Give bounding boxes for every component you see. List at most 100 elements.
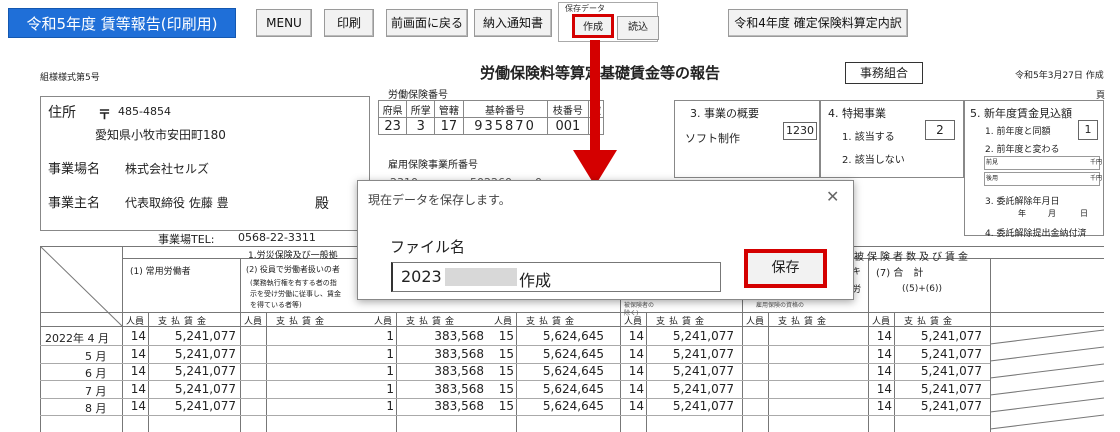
pay-subheader: 支払賃金 [526,317,579,327]
headcount-cell[interactable]: 14 [122,399,146,413]
headcount-cell[interactable]: 1 [370,399,394,413]
col2-header: (2) 役員で労働者扱いの者 [246,265,340,274]
wage-cell[interactable]: 5,241,077 [894,364,982,378]
employment-number-label: 雇用保険事業所番号 [388,160,478,171]
report-title-button[interactable]: 令和5年度 賃等報告(印刷用) [8,8,236,38]
wage-cell[interactable]: 5,624,645 [516,364,604,378]
wage-estimate-title: 5. 新年度賃金見込額 [970,107,1072,120]
save-button[interactable]: 保存 [744,249,827,288]
special-business-title: 4. 特掲事業 [828,107,886,120]
headcount-cell[interactable]: 14 [122,364,146,378]
postal-code: 485-4854 [118,105,171,118]
wage-cell[interactable]: 5,241,077 [148,399,236,413]
wage-before-label: 前見 [986,159,999,166]
headcount-cell[interactable]: 15 [490,399,514,413]
headcount-cell[interactable]: 15 [490,347,514,361]
wage-cell[interactable]: 5,241,077 [646,329,734,343]
headcount-cell[interactable]: 14 [620,329,644,343]
wage-cell[interactable]: 383,568 [396,364,484,378]
wage-cell[interactable]: 5,241,077 [148,329,236,343]
wage-cell[interactable]: 5,241,077 [148,364,236,378]
wage-cell[interactable]: 5,624,645 [516,382,604,396]
payment-notice-button[interactable]: 納入通知書 [474,9,552,37]
row-month: 7 月 [85,384,107,398]
wage-cell[interactable]: 383,568 [396,347,484,361]
pay-subheader: 支払賃金 [778,317,831,327]
headcount-cell[interactable]: 14 [868,399,892,413]
wage-cell[interactable]: 5,241,077 [894,347,982,361]
row-month: 8 月 [85,402,107,415]
headcount-cell[interactable]: 1 [370,364,394,378]
wage-cell[interactable]: 5,241,077 [646,399,734,413]
headcount-cell[interactable]: 1 [370,347,394,361]
pay-subheader: 支払賃金 [406,317,459,327]
headcount-cell[interactable]: 14 [620,347,644,361]
ins-value: 3 [406,117,436,135]
wage-cell[interactable]: 5,241,077 [894,329,982,343]
wage-cell[interactable]: 5,241,077 [894,399,982,413]
headcount-cell[interactable]: 14 [868,382,892,396]
wage-cell[interactable]: 5,241,077 [148,347,236,361]
pay-subheader: 支払賃金 [158,317,211,327]
create-button[interactable]: 作成 [572,14,614,38]
headcount-cell[interactable]: 1 [370,329,394,343]
wage-after-label: 後用 [986,175,999,182]
file-name-label: ファイル名 [390,238,466,256]
business-name-label: 事業場名 [48,162,101,177]
headcount-cell[interactable]: 14 [868,364,892,378]
wage-cell[interactable]: 5,241,077 [646,382,734,396]
wage-cell[interactable]: 5,241,077 [646,364,734,378]
premium-calc-button[interactable]: 令和4年度 確定保険料算定内訳 [728,9,908,37]
headcount-cell[interactable]: 14 [868,347,892,361]
form-number: 組様様式第5号 [40,73,100,83]
insured-count-header: 被保険者数及び賃金 [854,252,971,263]
association-box: 事務組合 [845,62,923,84]
headcount-cell[interactable]: 14 [122,347,146,361]
headcount-cell[interactable]: 15 [490,329,514,343]
wage-cell[interactable]: 383,568 [396,329,484,343]
col2-sub3: を得ている者等) [250,301,302,309]
blank-column-diagonals [990,329,1104,430]
headcount-cell[interactable]: 14 [868,329,892,343]
back-button[interactable]: 前画面に戻る [386,9,468,37]
file-name-suffix: 作成 [519,271,552,290]
wage-cell[interactable]: 5,241,077 [148,382,236,396]
headcount-cell[interactable]: 14 [620,399,644,413]
headcount-cell[interactable]: 1 [370,382,394,396]
headcount-cell[interactable]: 14 [620,364,644,378]
wage-cell[interactable]: 5,624,645 [516,329,604,343]
special-opt2: 2. 該当しない [842,155,905,166]
headcount-cell[interactable]: 15 [490,382,514,396]
people-subheader: 人員 [746,317,765,327]
wage-opt1: 1. 前年度と同額 [985,127,1051,137]
special-opt1: 1. 該当する [842,132,895,143]
ins-header: 所掌 [406,100,436,118]
consign-day: 日 [1080,209,1088,218]
wage-cell[interactable]: 383,568 [396,382,484,396]
close-icon[interactable]: ✕ [826,187,839,206]
col7-header: (7) 合 計 [876,268,924,279]
col6-note: 雇用保険の資格の [756,302,805,309]
business-summary-value: ソフト制作 [685,132,740,145]
wage-cell[interactable]: 5,241,077 [646,347,734,361]
headcount-cell[interactable]: 15 [490,364,514,378]
menu-button[interactable]: MENU [256,9,312,37]
wage-cell[interactable]: 5,624,645 [516,347,604,361]
headcount-cell[interactable]: 14 [122,329,146,343]
headcount-cell[interactable]: 14 [122,382,146,396]
headcount-cell[interactable]: 14 [620,382,644,396]
save-data-group-label: 保存データ [565,4,605,13]
wage-after-unit: 千円 [1090,175,1103,182]
ins-header: 府県 [377,100,408,118]
load-button[interactable]: 読込 [617,16,659,40]
wage-cell[interactable]: 383,568 [396,399,484,413]
people-subheader: 人員 [244,317,263,327]
print-button[interactable]: 印刷 [324,9,374,37]
people-subheader: 人員 [494,317,513,327]
wage-cell[interactable]: 5,624,645 [516,399,604,413]
wage-cell[interactable]: 5,241,077 [894,382,982,396]
row-month: 5 月 [85,349,107,363]
file-name-input[interactable]: 2023 作成 [391,262,721,292]
consign-paid-title: 4. 委託解除提出金納付済 [985,229,1087,239]
wage-estimate-value: 1 [1078,120,1098,140]
